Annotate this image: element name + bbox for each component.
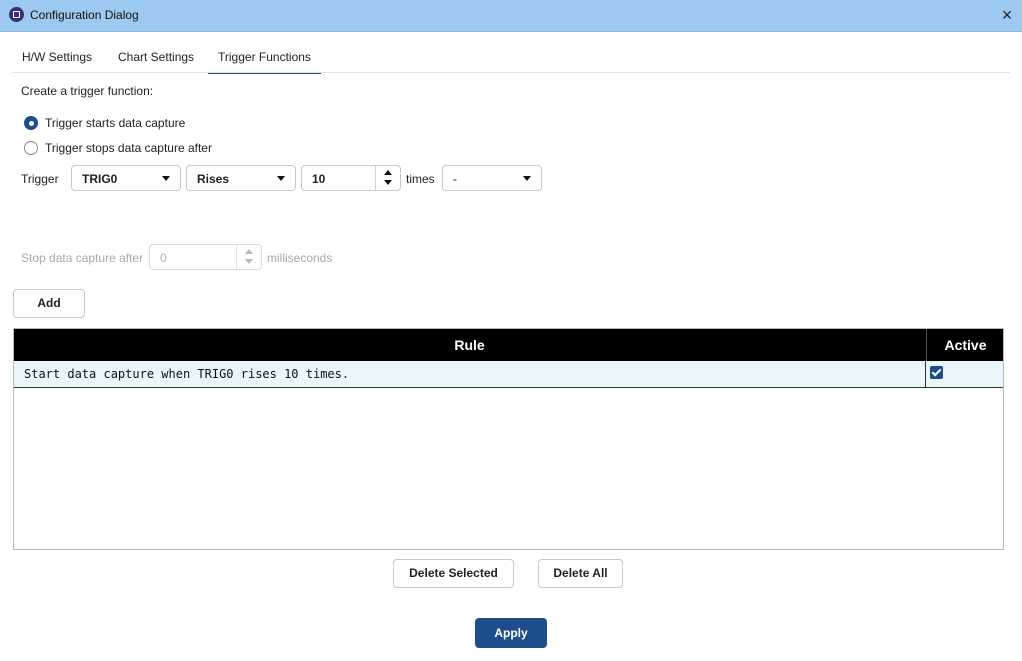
window-title: Configuration Dialog	[30, 8, 139, 22]
delete-selected-button[interactable]: Delete Selected	[393, 559, 514, 588]
radio-trigger-stops[interactable]	[24, 141, 38, 155]
stepper-down-icon[interactable]	[245, 259, 253, 264]
stepper-buttons	[375, 166, 400, 190]
stepper-up-icon[interactable]	[245, 249, 253, 254]
rules-table: Rule Active Start data capture when TRIG…	[13, 328, 1004, 550]
trigger-edge-select[interactable]: Rises	[186, 165, 296, 191]
milliseconds-label: milliseconds	[267, 251, 333, 265]
stop-after-value: 0	[160, 251, 167, 265]
cell-divider	[925, 361, 926, 387]
times-label: times	[406, 172, 435, 186]
trigger-count-value: 10	[312, 172, 326, 186]
stepper-down-icon[interactable]	[384, 180, 392, 185]
add-button[interactable]: Add	[13, 289, 85, 318]
title-bar: Configuration Dialog ×	[0, 0, 1022, 32]
stepper-up-icon[interactable]	[384, 170, 392, 175]
stepper-buttons	[236, 245, 261, 269]
times-option-select[interactable]: -	[442, 165, 542, 191]
trigger-source-select[interactable]: TRIG0	[71, 165, 181, 191]
table-row[interactable]: Start data capture when TRIG0 rises 10 t…	[14, 361, 1003, 388]
create-trigger-label: Create a trigger function:	[21, 84, 154, 98]
column-header-rule[interactable]: Rule	[14, 329, 925, 361]
tab-divider	[12, 72, 1010, 73]
chevron-down-icon	[523, 176, 531, 181]
stop-after-label: Stop data capture after	[21, 251, 144, 265]
delete-all-button[interactable]: Delete All	[538, 559, 623, 588]
column-header-active[interactable]: Active	[926, 329, 1004, 361]
trigger-label: Trigger	[21, 172, 59, 186]
trigger-count-stepper[interactable]: 10	[301, 165, 401, 191]
trigger-edge-value: Rises	[197, 172, 230, 186]
times-option-value: -	[453, 172, 457, 186]
apply-button[interactable]: Apply	[475, 618, 547, 648]
radio-trigger-stops-label[interactable]: Trigger stops data capture after	[45, 141, 212, 155]
trigger-source-value: TRIG0	[82, 172, 118, 186]
table-header: Rule Active	[14, 329, 1003, 361]
rule-cell: Start data capture when TRIG0 rises 10 t…	[24, 367, 350, 381]
radio-trigger-starts[interactable]	[24, 116, 38, 130]
tab-hw-settings[interactable]: H/W Settings	[12, 44, 102, 72]
chevron-down-icon	[277, 176, 285, 181]
tab-chart-settings[interactable]: Chart Settings	[108, 44, 204, 72]
tab-trigger-functions[interactable]: Trigger Functions	[208, 44, 321, 74]
stop-after-stepper[interactable]: 0	[149, 244, 262, 270]
active-checkbox[interactable]	[930, 366, 943, 379]
close-icon[interactable]: ×	[992, 0, 1022, 31]
app-icon	[9, 7, 24, 22]
radio-trigger-starts-label[interactable]: Trigger starts data capture	[45, 116, 185, 130]
chevron-down-icon	[162, 176, 170, 181]
